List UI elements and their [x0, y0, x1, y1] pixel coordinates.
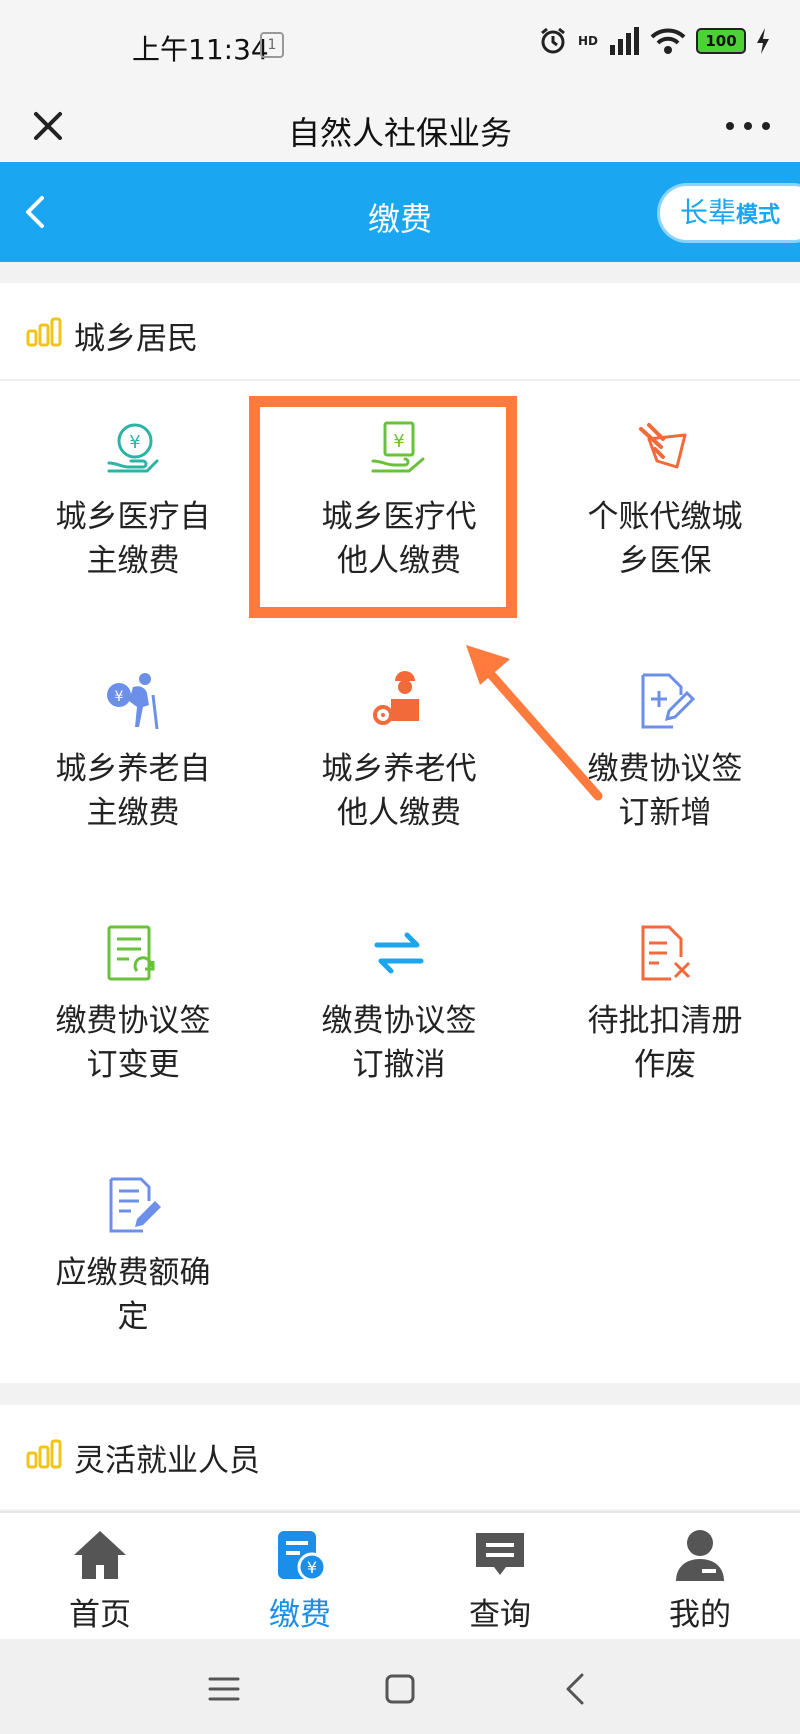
- tab-label: 查询: [469, 1597, 531, 1633]
- highlight-box: [249, 396, 517, 618]
- section-header: 灵活就业人员: [0, 1405, 800, 1509]
- svg-text:¥: ¥: [307, 1558, 317, 1577]
- document-cancel-icon: [641, 925, 691, 981]
- service-item-agreement-cancel[interactable]: 缴费协议签 订撤消: [266, 885, 532, 1137]
- status-icons: HD 100: [538, 26, 770, 56]
- exchange-arrows-icon: [374, 932, 424, 974]
- wifi-icon: [650, 28, 686, 54]
- nav-bar: 缴费 长辈模式: [0, 162, 800, 262]
- service-item-label: 城乡医疗自 主缴费: [55, 499, 211, 579]
- signal-icon: [610, 27, 639, 55]
- tab-mine[interactable]: 我的: [600, 1513, 800, 1639]
- tab-label: 缴费: [269, 1597, 331, 1633]
- service-item-agreement-add[interactable]: 缴费协议签 订新增: [532, 633, 798, 885]
- home-icon: [74, 1531, 126, 1579]
- section-title: 灵活就业人员: [74, 1443, 260, 1479]
- status-bar: 上午11:34 1 HD 100: [0, 0, 800, 90]
- service-item-label: 个账代缴城 乡医保: [587, 499, 743, 579]
- bar-chart-icon: [26, 317, 62, 347]
- svg-text:¥: ¥: [115, 689, 124, 705]
- yuan-hand-icon: ¥: [107, 423, 159, 473]
- service-item-label: 待批扣清册 作废: [587, 1003, 743, 1083]
- alarm-icon: [541, 27, 565, 54]
- service-item-medical-self-pay[interactable]: ¥ 城乡医疗自 主缴费: [0, 381, 266, 633]
- tab-home[interactable]: 首页: [0, 1513, 200, 1639]
- service-item-label: 缴费协议签 订变更: [55, 1003, 211, 1083]
- page-title: 自然人社保业务: [287, 114, 512, 152]
- home-square-icon[interactable]: [380, 1669, 420, 1709]
- rocket-card-icon: [639, 423, 687, 469]
- system-nav-bar: [0, 1639, 800, 1734]
- title-bar: 自然人社保业务: [0, 90, 800, 162]
- section-title: 城乡居民: [74, 321, 198, 357]
- payment-icon: ¥: [278, 1531, 327, 1582]
- user-icon: [676, 1530, 724, 1581]
- back-icon[interactable]: [556, 1669, 596, 1709]
- document-add-icon: [641, 673, 695, 729]
- service-item-label: 缴费协议签 订撤消: [321, 1003, 477, 1083]
- tab-label: 我的: [669, 1597, 731, 1633]
- service-item-personal-account-pay[interactable]: 个账代缴城 乡医保: [532, 381, 798, 633]
- hd-label: HD: [577, 34, 598, 48]
- elder-mode-button[interactable]: 长辈模式: [660, 186, 800, 240]
- service-item-label: 城乡养老代 他人缴费: [321, 751, 477, 831]
- menu-icon[interactable]: [204, 1669, 244, 1709]
- tab-label: 首页: [69, 1597, 131, 1633]
- elder-mode-sub-label: 模式: [736, 203, 781, 228]
- document-edit-icon: [109, 1177, 161, 1233]
- elderly-yuan-icon: ¥: [107, 673, 159, 730]
- tab-bar: 首页 ¥ 缴费 查询 我的: [0, 1511, 800, 1639]
- notification-icon: 1: [260, 32, 284, 58]
- message-icon: [476, 1533, 524, 1575]
- status-time: 上午11:34: [132, 33, 269, 66]
- section-flexible-employment: 灵活就业人员: [0, 1405, 800, 1509]
- tab-payment[interactable]: ¥ 缴费: [200, 1513, 400, 1639]
- service-item-pension-pay-for-others[interactable]: 城乡养老代 他人缴费: [266, 633, 532, 885]
- service-item-pending-list-void[interactable]: 待批扣清册 作废: [532, 885, 798, 1137]
- more-options-icon[interactable]: [718, 100, 778, 152]
- service-item-pension-self-pay[interactable]: ¥ 城乡养老自 主缴费: [0, 633, 266, 885]
- bar-chart-icon: [26, 1439, 62, 1469]
- service-item-payable-amount-confirm[interactable]: 应缴费额确定: [0, 1137, 266, 1389]
- service-item-label: 缴费协议签 订新增: [587, 751, 743, 831]
- battery-icon: 100: [696, 28, 746, 54]
- service-item-label: 应缴费额确定: [55, 1255, 211, 1335]
- service-item-label: 城乡养老自 主缴费: [55, 751, 211, 831]
- charging-icon: [757, 28, 769, 54]
- elder-mode-main-label: 长辈: [680, 196, 737, 229]
- tab-query[interactable]: 查询: [400, 1513, 600, 1639]
- worker-gear-icon: [373, 671, 419, 725]
- service-item-agreement-change[interactable]: 缴费协议签 订变更: [0, 885, 266, 1137]
- document-refresh-icon: [107, 925, 155, 981]
- svg-text:¥: ¥: [129, 432, 140, 453]
- section-header: 城乡居民: [0, 283, 800, 381]
